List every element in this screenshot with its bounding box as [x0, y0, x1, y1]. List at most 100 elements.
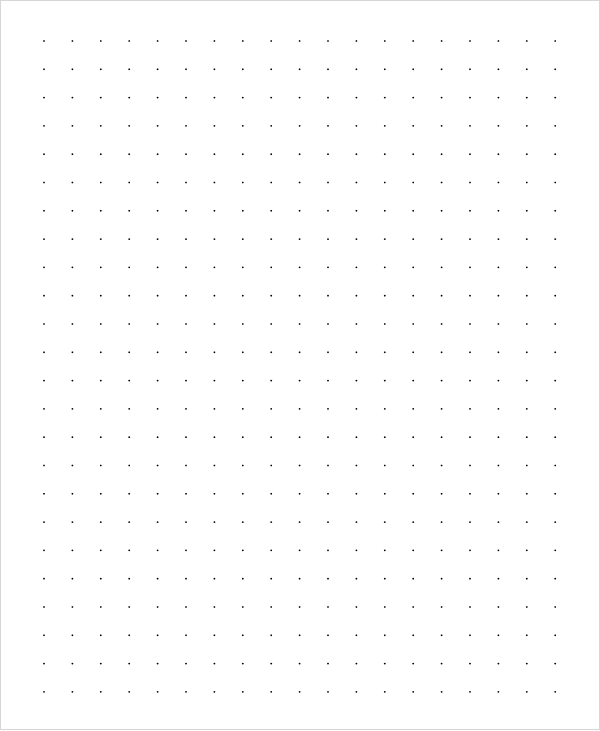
grid-dot	[241, 436, 244, 439]
grid-dot	[298, 351, 301, 354]
grid-dot	[241, 181, 244, 184]
grid-dot	[270, 379, 273, 382]
grid-dot	[156, 577, 159, 580]
grid-dot	[128, 606, 131, 608]
grid-dot	[412, 125, 415, 127]
grid-dot	[298, 521, 301, 523]
grid-dot	[525, 125, 528, 127]
grid-dot	[156, 606, 159, 608]
grid-dot	[270, 691, 273, 693]
grid-dot	[241, 294, 244, 297]
grid-dot	[383, 436, 386, 439]
grid-dot	[355, 662, 358, 665]
grid-dot	[213, 492, 216, 495]
grid-dot	[71, 464, 74, 467]
grid-dot	[383, 153, 386, 156]
grid-dot	[241, 323, 244, 325]
grid-dot	[554, 606, 557, 608]
grid-dot	[497, 436, 500, 439]
grid-dot	[99, 408, 102, 410]
grid-dot	[355, 351, 358, 354]
grid-dot	[554, 96, 557, 99]
grid-dot	[213, 238, 216, 241]
grid-dot	[185, 153, 187, 156]
grid-dot	[497, 125, 500, 127]
grid-dot	[383, 691, 386, 693]
grid-dot	[383, 464, 386, 467]
grid-dot	[440, 209, 443, 212]
grid-dot	[355, 68, 358, 71]
grid-dot	[71, 181, 74, 184]
grid-dot	[241, 238, 244, 241]
grid-dot	[99, 351, 102, 354]
grid-dot	[525, 408, 528, 410]
grid-dot	[327, 181, 329, 184]
grid-dot	[43, 436, 45, 439]
grid-dot	[327, 492, 329, 495]
grid-dot	[71, 634, 74, 637]
grid-dot	[128, 40, 131, 42]
grid-dot	[185, 125, 187, 127]
grid-dot	[298, 691, 301, 693]
grid-dot	[554, 492, 557, 495]
grid-dot	[383, 68, 386, 71]
grid-dot	[412, 238, 415, 241]
grid-dot	[355, 96, 358, 99]
grid-dot	[298, 634, 301, 637]
grid-dot	[43, 125, 45, 127]
grid-dot	[241, 125, 244, 127]
grid-dot	[469, 96, 471, 99]
grid-dot	[554, 153, 557, 156]
grid-dot	[440, 577, 443, 580]
grid-dot	[327, 691, 329, 693]
grid-dot	[71, 238, 74, 241]
grid-dot	[241, 549, 244, 552]
grid-dot	[298, 238, 301, 241]
grid-dot	[497, 294, 500, 297]
grid-dot	[99, 577, 102, 580]
grid-dot	[412, 408, 415, 410]
grid-dot	[412, 662, 415, 665]
grid-dot	[412, 96, 415, 99]
grid-dot	[241, 96, 244, 99]
grid-dot	[213, 181, 216, 184]
grid-dot	[270, 464, 273, 467]
grid-dot	[497, 209, 500, 212]
grid-dot	[554, 68, 557, 71]
grid-dot	[71, 351, 74, 354]
grid-dot	[270, 238, 273, 241]
grid-dot	[99, 266, 102, 269]
grid-dot	[554, 408, 557, 410]
grid-dot	[128, 634, 131, 637]
grid-dot	[497, 323, 500, 325]
grid-dot	[298, 549, 301, 552]
grid-dot	[554, 464, 557, 467]
grid-dot	[497, 691, 500, 693]
grid-dot	[43, 266, 45, 269]
grid-dot	[71, 68, 74, 71]
grid-dot	[383, 549, 386, 552]
grid-dot	[99, 662, 102, 665]
grid-dot	[383, 96, 386, 99]
grid-dot	[298, 408, 301, 410]
grid-dot	[383, 606, 386, 608]
grid-dot	[327, 379, 329, 382]
grid-dot	[412, 606, 415, 608]
grid-dot	[156, 464, 159, 467]
grid-dot	[156, 181, 159, 184]
grid-dot	[156, 125, 159, 127]
grid-dot	[554, 662, 557, 665]
grid-dot	[497, 351, 500, 354]
grid-dot	[270, 606, 273, 608]
grid-dot	[213, 634, 216, 637]
grid-dot	[128, 181, 131, 184]
grid-dot	[128, 549, 131, 552]
grid-dot	[497, 464, 500, 467]
grid-dot	[469, 521, 471, 523]
grid-dot	[497, 634, 500, 637]
grid-dot	[156, 408, 159, 410]
grid-dot	[412, 379, 415, 382]
grid-dot	[213, 606, 216, 608]
grid-dot	[383, 40, 386, 42]
grid-dot	[327, 577, 329, 580]
